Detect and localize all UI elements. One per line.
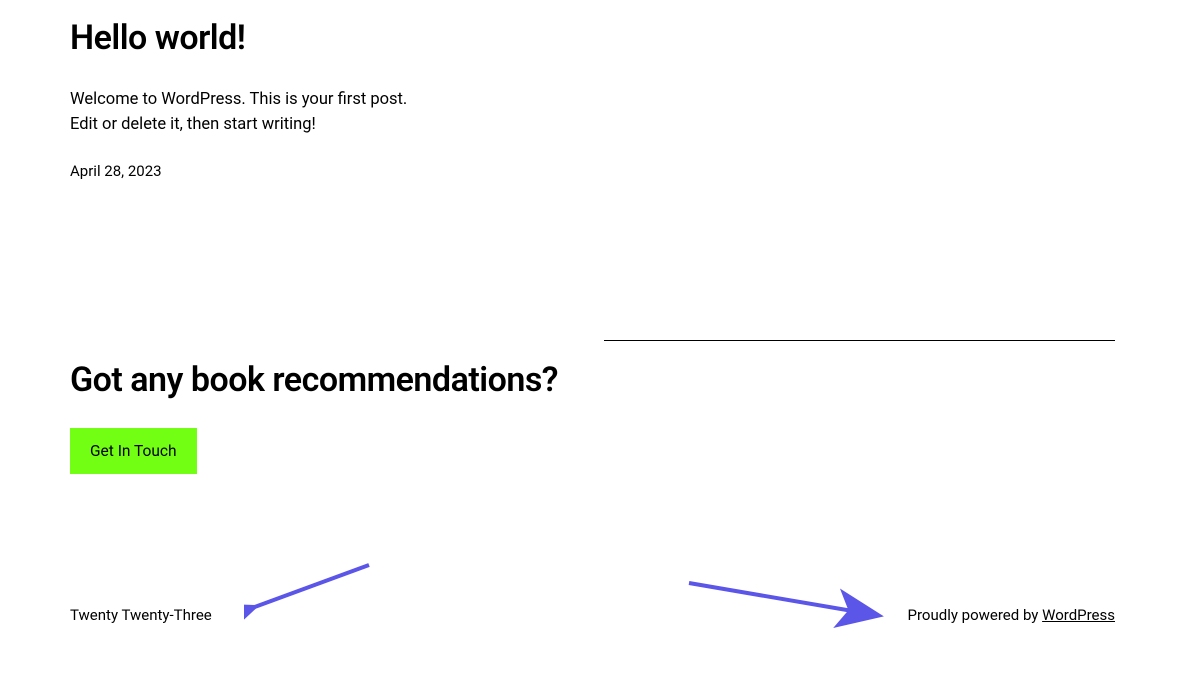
cta-heading: Got any book recommendations? <box>70 360 558 400</box>
cta-left: Got any book recommendations? Get In Tou… <box>70 360 558 474</box>
wordpress-link[interactable]: WordPress <box>1042 606 1115 624</box>
footer: Twenty Twenty-Three Proudly powered by W… <box>70 606 1115 624</box>
post-excerpt: Welcome to WordPress. This is your first… <box>70 88 570 138</box>
footer-credit: Proudly powered by WordPress <box>908 606 1115 624</box>
site-title[interactable]: Twenty Twenty-Three <box>70 606 212 624</box>
cta-section: Got any book recommendations? Get In Tou… <box>70 360 1115 474</box>
divider-line <box>604 340 1115 341</box>
post-excerpt-line-2: Edit or delete it, then start writing! <box>70 115 316 134</box>
post-title[interactable]: Hello world! <box>70 18 1115 58</box>
get-in-touch-button[interactable]: Get In Touch <box>70 428 197 474</box>
powered-by-text: Proudly powered by <box>908 606 1043 624</box>
post-date: April 28, 2023 <box>70 162 1115 180</box>
content-area: Hello world! Welcome to WordPress. This … <box>0 0 1200 474</box>
post-excerpt-line-1: Welcome to WordPress. This is your first… <box>70 90 407 109</box>
